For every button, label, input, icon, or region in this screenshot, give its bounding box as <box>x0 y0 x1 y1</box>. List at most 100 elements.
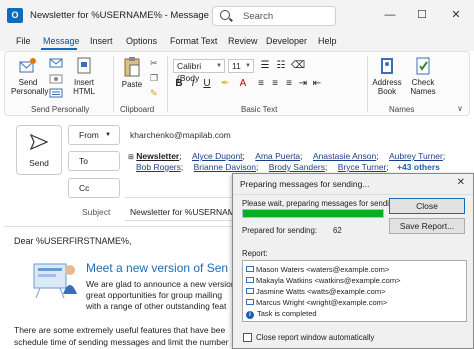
paste-button[interactable]: Paste <box>117 56 147 89</box>
italic-icon[interactable]: I <box>187 78 199 89</box>
outlook-app-icon: O <box>7 8 23 23</box>
tab-developer[interactable]: Developer <box>266 36 307 46</box>
recipient[interactable]: Bryce Turner <box>338 162 387 172</box>
to-recipients-line-2[interactable]: Bob Rogers; Brianne Davison; Brody Sande… <box>136 162 440 172</box>
body-paragraph-line: We are glad to announce a new version <box>86 279 236 289</box>
check-names-button[interactable]: Check Names <box>405 56 441 96</box>
envelope-icon <box>246 288 254 295</box>
settings-small-icon[interactable] <box>49 74 63 86</box>
from-button[interactable]: From ▼ <box>68 125 120 145</box>
align-center-icon[interactable]: ≡ <box>269 78 281 89</box>
recipient[interactable]: Ama Puerta <box>255 151 300 161</box>
expand-group-icon[interactable]: ⊞ <box>128 154 134 161</box>
font-color-icon[interactable]: A <box>237 78 249 89</box>
recipient[interactable]: Brianne Davison <box>194 162 256 172</box>
search-icon <box>220 10 230 20</box>
to-label: To <box>79 156 88 166</box>
address-book-button[interactable]: Address Book <box>369 56 405 96</box>
cc-field[interactable] <box>125 197 232 198</box>
from-label: From <box>79 130 99 140</box>
bullets-icon[interactable]: ☰ <box>259 60 271 71</box>
font-size-select[interactable]: 11 ▼ <box>228 59 254 73</box>
send-icon <box>30 134 48 150</box>
search-placeholder: Search <box>243 11 274 22</box>
subject-label: Subject <box>82 207 111 217</box>
envelope-icon <box>246 266 254 273</box>
progress-bar <box>242 209 384 218</box>
body-paragraph-line: great opportunities for group mailing <box>86 290 223 300</box>
to-recipients-line-1[interactable]: ⊞ Newsletter; Alyce Dupont; Ama Puerta; … <box>128 151 445 161</box>
body-paragraph-line: There are some extremely useful features… <box>14 325 226 335</box>
address-book-icon <box>381 58 393 74</box>
close-automatically-label: Close report window automatically <box>256 333 375 342</box>
chevron-down-icon: ▼ <box>245 63 251 69</box>
presenter-illustration <box>30 254 80 302</box>
group-label-basic-text: Basic Text <box>241 105 278 114</box>
wait-message: Please wait, preparing messages for send… <box>242 199 405 208</box>
font-name-select[interactable]: Calibri (Body ▼ <box>173 59 225 83</box>
divider <box>367 56 368 112</box>
outdent-icon[interactable]: ⇤ <box>311 78 323 89</box>
to-button[interactable]: To <box>68 151 120 171</box>
recipient[interactable]: Brody Sanders <box>269 162 325 172</box>
report-row: Makayla Watkins <watkins@example.com> <box>246 276 400 285</box>
align-left-icon[interactable]: ≡ <box>255 78 267 89</box>
title-bar: O Newsletter for %USERNAME% - Message (H… <box>0 0 474 31</box>
close-button[interactable]: Close <box>389 198 465 214</box>
chevron-down-icon: ▼ <box>105 132 111 138</box>
prepared-count: 62 <box>333 226 342 235</box>
cc-label: Cc <box>79 183 90 193</box>
address-book-label: Address Book <box>372 78 402 96</box>
info-icon: i <box>246 311 254 319</box>
close-automatically-checkbox[interactable] <box>243 333 252 342</box>
indent-icon[interactable]: ⇥ <box>297 78 309 89</box>
format-painter-icon[interactable]: ✎ <box>150 88 158 99</box>
clear-format-icon[interactable]: ⌫ <box>291 60 305 71</box>
send-button[interactable]: Send <box>16 125 62 175</box>
send-personally-button[interactable]: Send Personally <box>11 56 48 96</box>
font-size-value: 11 <box>232 61 241 71</box>
dialog-close-icon[interactable]: ✕ <box>457 177 465 188</box>
maximize-icon[interactable]: ☐ <box>412 5 432 25</box>
cut-icon[interactable]: ✂ <box>150 58 158 69</box>
bold-icon[interactable]: B <box>173 78 185 89</box>
tab-file[interactable]: File <box>16 36 31 46</box>
dialog-title: Preparing messages for sending... <box>240 179 370 189</box>
body-paragraph-line: with a range of other outstanding feat <box>86 301 227 311</box>
underline-icon[interactable]: U <box>201 78 213 89</box>
close-icon[interactable]: ✕ <box>446 5 466 25</box>
report-list[interactable]: Mason Waters <waters@example.com> Makayl… <box>242 260 467 322</box>
tab-format-text[interactable]: Format Text <box>170 36 217 46</box>
insert-html-icon <box>77 57 91 74</box>
recipient[interactable]: Anastasie Anson <box>313 151 376 161</box>
tab-options[interactable]: Options <box>126 36 157 46</box>
tab-review[interactable]: Review <box>228 36 258 46</box>
ribbon: Send Personally Insert HTML Send Persona… <box>4 51 470 116</box>
numbering-icon[interactable]: ☷ <box>275 60 287 71</box>
tab-message[interactable]: Message <box>43 36 80 46</box>
cc-button[interactable]: Cc <box>68 178 120 198</box>
envelope-small-icon[interactable] <box>49 58 63 70</box>
recipient[interactable]: Bob Rogers <box>136 162 181 172</box>
body-paragraph-line: schedule time of sending messages and li… <box>14 337 229 347</box>
align-right-icon[interactable]: ≡ <box>283 78 295 89</box>
save-report-button[interactable]: Save Report... <box>389 218 465 234</box>
minimize-icon[interactable]: — <box>380 5 400 25</box>
divider <box>113 56 114 112</box>
subject-field[interactable]: Newsletter for %USERNAME% <box>130 207 248 217</box>
recipient[interactable]: Aubrey Turner <box>389 151 443 161</box>
report-label: Report: <box>242 249 268 258</box>
search-input[interactable]: Search <box>212 6 336 26</box>
tab-insert[interactable]: Insert <box>90 36 113 46</box>
copy-icon[interactable]: ❐ <box>150 73 158 84</box>
recipient[interactable]: Alyce Dupont <box>192 151 243 161</box>
insert-html-button[interactable]: Insert HTML <box>67 56 101 96</box>
send-personally-icon <box>19 58 36 73</box>
highlight-icon[interactable]: ✒ <box>219 78 231 89</box>
tab-help[interactable]: Help <box>318 36 337 46</box>
more-recipients-link[interactable]: +43 others <box>397 162 440 172</box>
list-small-icon[interactable] <box>49 88 63 100</box>
ribbon-collapse-icon[interactable]: ∨ <box>457 104 463 113</box>
chevron-down-icon: ▼ <box>216 63 222 69</box>
recipient-newsletter[interactable]: Newsletter <box>136 151 179 161</box>
